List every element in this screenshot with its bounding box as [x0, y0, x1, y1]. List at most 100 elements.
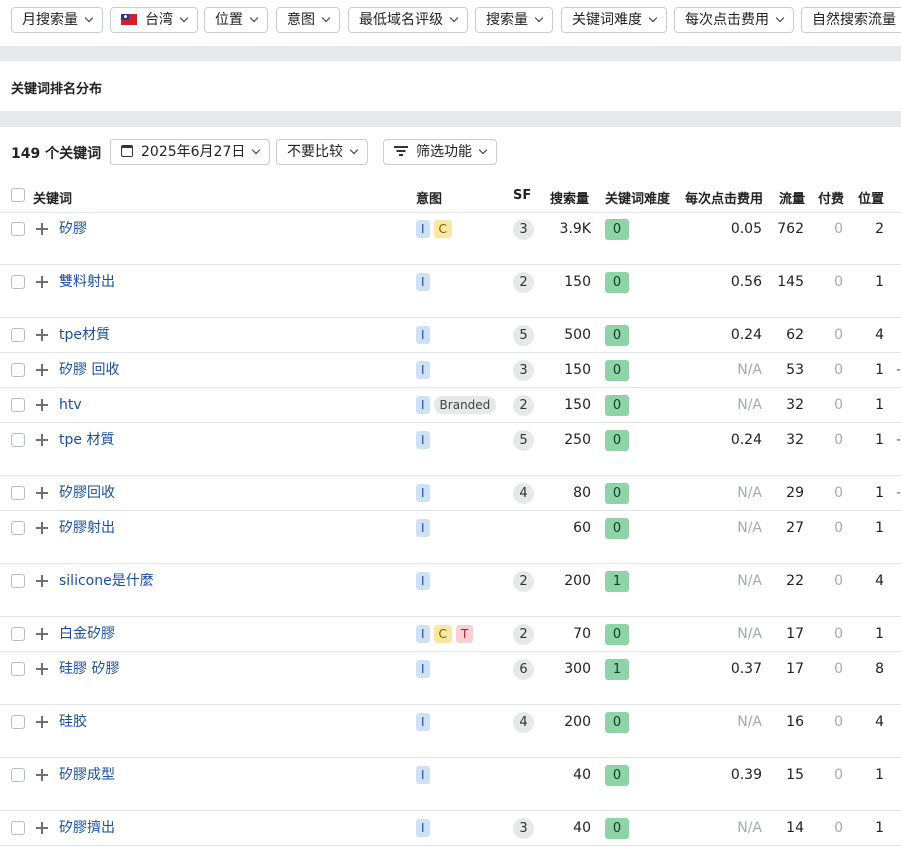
- serp-features-badge[interactable]: 2: [513, 571, 534, 592]
- position-value: 1: [875, 432, 884, 448]
- serp-features-badge[interactable]: 2: [513, 395, 534, 416]
- keyword-link[interactable]: 硅膠 矽膠: [59, 652, 119, 687]
- plus-icon[interactable]: [36, 223, 48, 235]
- keyword-link[interactable]: tpe材質: [59, 318, 110, 353]
- cpc-value: N/A: [737, 520, 762, 536]
- serp-features-badge[interactable]: 5: [513, 325, 534, 346]
- column-traffic[interactable]: 流量: [779, 188, 805, 207]
- plus-icon[interactable]: [36, 575, 48, 587]
- plus-icon[interactable]: [36, 769, 48, 781]
- select-all-checkbox[interactable]: [11, 188, 25, 202]
- filter-label: 台湾: [145, 12, 173, 28]
- keyword-link[interactable]: tpe 材質: [59, 423, 114, 458]
- keyword-link[interactable]: silicone是什麼: [59, 564, 154, 599]
- row-checkbox[interactable]: [11, 715, 25, 729]
- paid-value: 0: [834, 626, 843, 642]
- serp-features-badge[interactable]: 3: [513, 818, 534, 839]
- keyword-link[interactable]: 矽膠成型: [59, 758, 115, 793]
- row-checkbox[interactable]: [11, 521, 25, 535]
- table-row: 硅膠 矽膠 I 6 300 1 0.37 17 0 8: [0, 652, 901, 705]
- plus-icon[interactable]: [36, 276, 48, 288]
- table-row: 雙料射出 I 2 150 0 0.56 145 0 1: [0, 265, 901, 318]
- row-checkbox[interactable]: [11, 768, 25, 782]
- cpc-value: N/A: [737, 573, 762, 589]
- keyword-link[interactable]: 矽膠: [59, 212, 87, 247]
- row-checkbox[interactable]: [11, 821, 25, 835]
- plus-icon[interactable]: [36, 364, 48, 376]
- serp-features-badge[interactable]: 2: [513, 624, 534, 645]
- filter-country[interactable]: 台湾: [110, 7, 198, 33]
- keyword-link[interactable]: htv: [59, 388, 82, 423]
- date-picker-button[interactable]: 2025年6月27日: [110, 139, 271, 165]
- row-checkbox[interactable]: [11, 486, 25, 500]
- filter-keyword-difficulty[interactable]: 关键词难度: [561, 7, 667, 33]
- intent-badge-i: I: [416, 766, 430, 784]
- keyword-link[interactable]: 矽膠擠出: [59, 811, 115, 846]
- column-cpc[interactable]: 每次点击费用: [685, 188, 763, 207]
- serp-features-badge[interactable]: 3: [513, 219, 534, 240]
- filter-intent[interactable]: 意图: [276, 7, 340, 33]
- plus-icon[interactable]: [36, 822, 48, 834]
- compare-button[interactable]: 不要比较: [276, 139, 368, 165]
- intent-tags: I: [416, 265, 434, 300]
- serp-features-badge[interactable]: 5: [513, 430, 534, 451]
- plus-icon[interactable]: [36, 434, 48, 446]
- filter-position[interactable]: 位置: [204, 7, 268, 33]
- traffic-value: 22: [786, 573, 804, 589]
- keyword-link[interactable]: 硅胶: [59, 705, 87, 740]
- calendar-icon: [121, 145, 133, 157]
- row-checkbox[interactable]: [11, 627, 25, 641]
- plus-icon[interactable]: [36, 716, 48, 728]
- chevron-down-icon: [648, 13, 658, 23]
- plus-icon[interactable]: [36, 663, 48, 675]
- position-value: 1: [875, 274, 884, 290]
- plus-icon[interactable]: [36, 522, 48, 534]
- intent-badge-i: I: [416, 572, 430, 590]
- intent-tags: ICT: [416, 617, 477, 652]
- column-position[interactable]: 位置: [858, 188, 884, 207]
- plus-icon[interactable]: [36, 487, 48, 499]
- intent-badge-t: T: [455, 625, 474, 643]
- row-checkbox[interactable]: [11, 662, 25, 676]
- filter-monthly-volume[interactable]: 月搜索量: [11, 7, 103, 33]
- paid-value: 0: [834, 274, 843, 290]
- row-checkbox[interactable]: [11, 222, 25, 236]
- column-volume[interactable]: 搜索量: [550, 188, 589, 207]
- keyword-link[interactable]: 矽膠 回收: [59, 353, 119, 388]
- serp-features-badge[interactable]: 2: [513, 272, 534, 293]
- row-checkbox[interactable]: [11, 433, 25, 447]
- column-sf[interactable]: SF: [513, 188, 531, 203]
- keyword-link[interactable]: 矽膠回收: [59, 476, 115, 511]
- position-value: 1: [875, 397, 884, 413]
- keyword-link[interactable]: 雙料射出: [59, 265, 115, 300]
- traffic-value: 14: [786, 820, 804, 836]
- plus-icon[interactable]: [36, 399, 48, 411]
- plus-icon[interactable]: [36, 628, 48, 640]
- paid-value: 0: [834, 820, 843, 836]
- row-checkbox[interactable]: [11, 574, 25, 588]
- filter-features-button[interactable]: 筛选功能: [383, 139, 497, 165]
- filter-cpc[interactable]: 每次点击费用: [674, 7, 794, 33]
- row-checkbox[interactable]: [11, 328, 25, 342]
- column-paid[interactable]: 付费: [818, 188, 844, 207]
- position-trend-icon: -: [895, 362, 901, 378]
- filter-volume[interactable]: 搜索量: [475, 7, 553, 33]
- traffic-value: 53: [786, 362, 804, 378]
- keyword-link[interactable]: 矽膠射出: [59, 511, 115, 546]
- serp-features-badge[interactable]: 4: [513, 712, 534, 733]
- serp-features-badge[interactable]: 3: [513, 360, 534, 381]
- column-kd[interactable]: 关键词难度: [605, 188, 670, 207]
- filter-organic-traffic[interactable]: 自然搜索流量: [801, 7, 901, 33]
- plus-icon[interactable]: [36, 329, 48, 341]
- keyword-link[interactable]: 白金矽膠: [59, 617, 115, 652]
- serp-features-badge[interactable]: 4: [513, 483, 534, 504]
- row-checkbox[interactable]: [11, 275, 25, 289]
- position-value: 1: [875, 485, 884, 501]
- filter-min-domain-rating[interactable]: 最低域名评级: [348, 7, 468, 33]
- serp-features-badge[interactable]: 6: [513, 659, 534, 680]
- row-checkbox[interactable]: [11, 363, 25, 377]
- intent-tags: I: [416, 811, 434, 846]
- column-keyword[interactable]: 关键词: [33, 188, 72, 207]
- column-intent[interactable]: 意图: [416, 188, 442, 207]
- row-checkbox[interactable]: [11, 398, 25, 412]
